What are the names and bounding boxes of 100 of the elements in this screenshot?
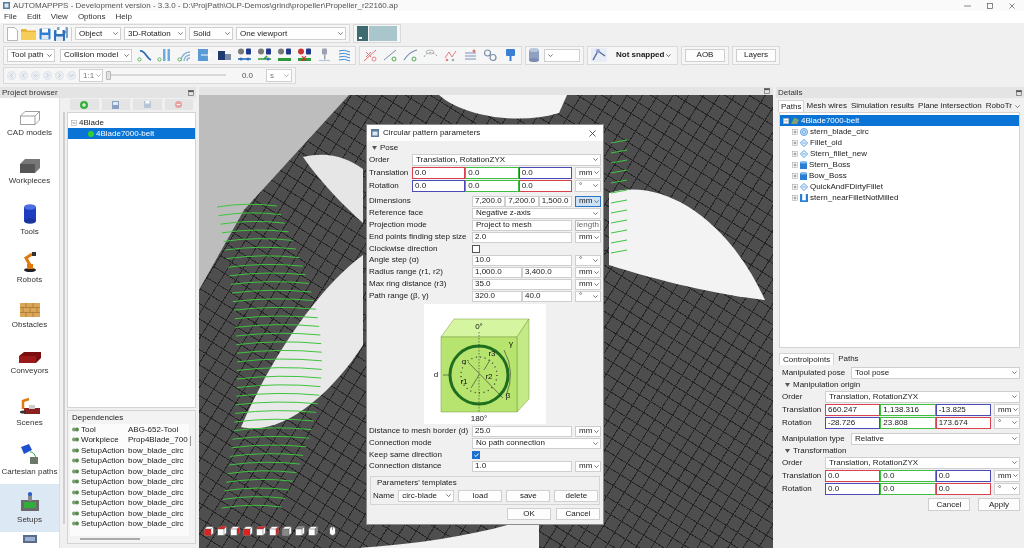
input-field[interactable]: 1,000.0 <box>472 266 522 278</box>
dropdown[interactable]: mm <box>575 266 601 278</box>
input-field[interactable]: 0.0 <box>412 166 466 179</box>
tab[interactable]: Paths <box>835 353 862 365</box>
minimize-icon[interactable] <box>964 4 971 7</box>
input-field[interactable]: 23.808 <box>880 416 936 429</box>
tree-item[interactable]: stern_nearFilletNotMilled <box>780 192 1019 203</box>
dropdown[interactable]: Tool path <box>7 48 55 62</box>
menu-item[interactable]: Help <box>115 12 132 22</box>
dropdown[interactable] <box>544 48 580 62</box>
dropdown[interactable]: ° <box>575 179 601 192</box>
dropdown[interactable]: ° <box>994 482 1020 495</box>
expand-icon[interactable] <box>792 194 798 201</box>
input-field[interactable]: 660.247 <box>825 403 881 416</box>
input-field[interactable]: 25.0 <box>472 425 572 437</box>
category-item[interactable]: CAD models <box>0 100 59 148</box>
dropdown[interactable]: mm <box>994 403 1020 416</box>
category-item[interactable]: Setups <box>0 484 59 532</box>
tree-item[interactable]: 4Blade7000-belt <box>68 128 195 139</box>
dropdown[interactable]: mm <box>575 425 601 437</box>
point-path-icon[interactable] <box>383 48 398 62</box>
expand-icon[interactable] <box>792 183 798 190</box>
add-button[interactable] <box>70 99 99 110</box>
input-field[interactable]: -13.825 <box>935 403 991 416</box>
input-field[interactable]: 0.0 <box>412 179 466 192</box>
category-item[interactable]: Obstacles <box>0 292 59 340</box>
dropdown[interactable]: 3D-Rotation <box>124 27 186 40</box>
split-panel-icon[interactable] <box>357 26 397 41</box>
category-item[interactable]: Robots <box>0 244 59 292</box>
expand-icon[interactable] <box>792 172 798 179</box>
input-field[interactable]: 0.0 <box>465 166 519 179</box>
dropdown[interactable]: ° <box>994 416 1020 429</box>
dropdown[interactable]: Project to mesh <box>472 219 572 231</box>
layers-button[interactable]: Layers <box>736 48 776 62</box>
bent-line-icon[interactable] <box>591 48 607 62</box>
cube-icon[interactable] <box>269 526 279 536</box>
dropdown[interactable]: ° <box>575 290 601 302</box>
restore-icon[interactable] <box>1016 89 1022 96</box>
input-field[interactable]: 173.674 <box>935 416 991 429</box>
menu-item[interactable]: Edit <box>26 12 41 22</box>
category-item[interactable]: Tools <box>0 196 59 244</box>
apply-button[interactable]: Apply <box>978 498 1020 511</box>
monitor-icon[interactable] <box>22 535 37 543</box>
save-button[interactable]: save <box>506 489 551 502</box>
input-field[interactable]: 0.0 <box>518 166 572 179</box>
menu-item[interactable]: Options <box>77 12 106 22</box>
ok-button[interactable]: OK <box>507 508 551 520</box>
expand-icon[interactable] <box>792 161 798 168</box>
delete-button[interactable]: delete <box>554 489 599 502</box>
dropdown[interactable]: Object <box>75 27 121 40</box>
pins-cross-icon[interactable] <box>297 48 312 62</box>
stamp-icon[interactable] <box>503 48 518 62</box>
input-field[interactable]: 0.0 <box>880 482 936 495</box>
dropdown[interactable]: circ-blade <box>398 489 455 502</box>
document-arrow-icon[interactable] <box>197 48 212 62</box>
input-field[interactable]: 0.0 <box>935 482 991 495</box>
input-field[interactable]: 0.0 <box>825 469 881 482</box>
category-item[interactable]: Conveyors <box>0 340 59 388</box>
tab[interactable]: Simulation results <box>848 100 917 112</box>
chevron-down-icon[interactable] <box>1015 105 1021 108</box>
dropdown[interactable]: Tool pose <box>851 366 1020 379</box>
blocks-icon[interactable] <box>217 48 232 62</box>
pin-icon[interactable] <box>317 48 332 62</box>
close-icon[interactable] <box>1009 2 1015 9</box>
input-field[interactable]: 1,138.316 <box>880 403 936 416</box>
cube-icon[interactable] <box>308 526 318 536</box>
tab[interactable]: Controlpoints <box>779 353 835 365</box>
input-field[interactable]: 7,200.0 <box>472 195 506 207</box>
tree-item[interactable]: QuickAndFDirtyFillet <box>780 181 1019 192</box>
menu-item[interactable]: View <box>50 12 68 22</box>
expand-icon[interactable] <box>792 128 798 135</box>
tree-item[interactable]: 4Blade <box>68 117 195 128</box>
tab[interactable]: Plane intersection <box>916 100 984 112</box>
dropdown[interactable]: No path connection <box>472 437 601 449</box>
dropdown[interactable]: mm <box>575 195 601 207</box>
input-field[interactable]: 35.0 <box>472 278 572 290</box>
cube-icon[interactable] <box>230 526 240 536</box>
dropdown[interactable]: Solid <box>189 27 233 40</box>
cancel-button[interactable]: Cancel <box>928 498 970 511</box>
checkbox[interactable] <box>472 244 480 253</box>
close-icon[interactable] <box>589 129 596 137</box>
section-header[interactable]: Manipulation origin <box>782 379 1020 390</box>
dropdown[interactable]: Not snapped <box>612 48 674 62</box>
dropdown[interactable]: Translation, RotationZYX <box>412 153 601 166</box>
category-item[interactable]: Workpieces <box>0 148 59 196</box>
document-button[interactable] <box>101 99 130 110</box>
load-button[interactable]: load <box>458 489 503 502</box>
cube-icon[interactable] <box>217 526 227 536</box>
pins-bar-icon[interactable] <box>277 48 292 62</box>
collapse-icon[interactable] <box>783 117 789 124</box>
rings-icon[interactable] <box>177 48 192 62</box>
cube-icon[interactable] <box>243 526 253 536</box>
category-item[interactable]: Scenes <box>0 388 59 436</box>
input-field[interactable]: 1,500.0 <box>538 195 572 207</box>
input-field[interactable]: 7,200.0 <box>505 195 539 207</box>
cube-icon[interactable] <box>204 526 214 536</box>
tree-item[interactable]: stern_blade_circ <box>780 126 1019 137</box>
dropdown[interactable]: mm <box>575 231 601 243</box>
input-field[interactable]: 0.0 <box>880 469 936 482</box>
restore-icon[interactable] <box>188 89 194 96</box>
